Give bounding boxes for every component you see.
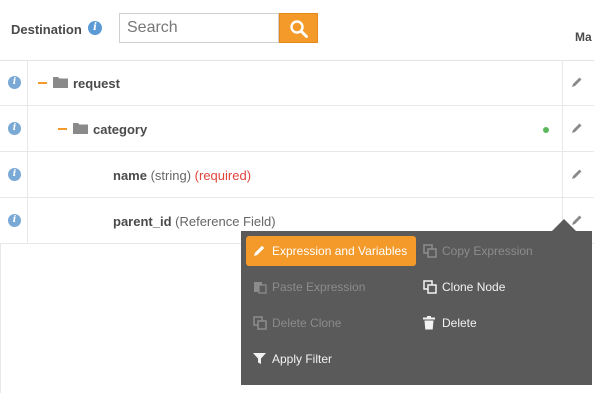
- context-menu: Expression and Variables Copy Expression…: [241, 231, 592, 385]
- menu-item-copy-expression[interactable]: Copy Expression: [416, 236, 586, 266]
- search-input[interactable]: [120, 14, 277, 42]
- destination-info-icon[interactable]: i: [88, 21, 102, 35]
- node-label-name: name (string) (required): [113, 168, 251, 183]
- field-type: (Reference Field): [175, 214, 276, 229]
- info-icon[interactable]: i: [8, 168, 21, 181]
- node-label-parent-id: parent_id (Reference Field): [113, 214, 276, 229]
- tree-row[interactable]: i category: [0, 106, 594, 152]
- destination-label: Destination: [11, 22, 82, 37]
- collapse-toggle[interactable]: [38, 82, 47, 84]
- copy-icon: [423, 244, 437, 258]
- search-button[interactable]: [279, 13, 318, 43]
- field-name: name: [113, 168, 147, 183]
- field-name: parent_id: [113, 214, 172, 229]
- folder-icon: [73, 123, 88, 134]
- collapse-toggle[interactable]: [58, 128, 67, 130]
- node-label-category: category: [93, 122, 148, 137]
- info-icon[interactable]: i: [8, 76, 21, 89]
- menu-item-clone-node[interactable]: Clone Node: [416, 272, 586, 302]
- search-icon: [290, 20, 308, 38]
- menu-item-delete-clone[interactable]: Delete Clone: [246, 308, 416, 338]
- menu-item-apply-filter[interactable]: Apply Filter: [246, 344, 416, 374]
- menu-item-paste-expression[interactable]: Paste Expression: [246, 272, 416, 302]
- pencil-icon: [254, 245, 265, 256]
- search-field[interactable]: [119, 13, 279, 43]
- info-icon[interactable]: i: [8, 214, 21, 227]
- clone-icon: [423, 280, 437, 294]
- pencil-icon[interactable]: [571, 76, 583, 88]
- field-type: (string): [150, 168, 192, 183]
- info-icon[interactable]: i: [8, 122, 21, 135]
- destination-header: Destination i Ma: [0, 0, 594, 61]
- status-dot: [543, 127, 549, 133]
- clone-icon: [253, 316, 267, 330]
- trash-icon: [423, 316, 435, 330]
- folder-icon: [53, 77, 68, 88]
- left-border: [0, 244, 1, 393]
- node-label-request: request: [73, 76, 120, 91]
- paste-icon: [254, 282, 267, 294]
- mapping-column-header: Ma: [575, 30, 592, 44]
- filter-icon: [253, 353, 266, 364]
- required-badge: (required): [194, 168, 252, 183]
- menu-item-delete[interactable]: Delete: [416, 308, 586, 338]
- pencil-icon[interactable]: [571, 168, 583, 180]
- menu-item-expression-and-variables[interactable]: Expression and Variables: [246, 236, 416, 266]
- context-menu-pointer: [552, 219, 576, 231]
- tree-row[interactable]: i request: [0, 60, 594, 106]
- pencil-icon[interactable]: [571, 122, 583, 134]
- tree-row[interactable]: i name (string) (required): [0, 152, 594, 198]
